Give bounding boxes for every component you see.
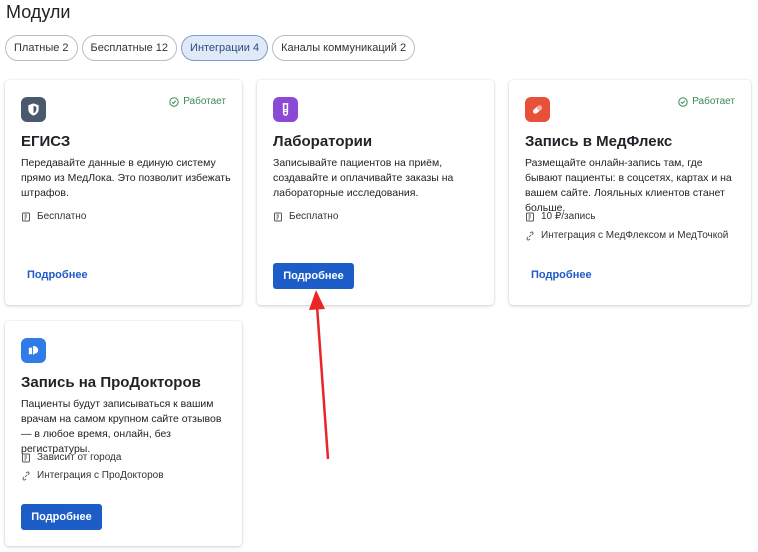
tab-integrations[interactable]: Интеграции 4 bbox=[181, 35, 269, 61]
price-label: Зависит от города bbox=[37, 452, 122, 463]
page-title: Модули bbox=[6, 2, 71, 22]
status-badge: Работает bbox=[169, 96, 226, 107]
price-row: Бесплатно bbox=[273, 211, 338, 222]
card-title: Запись в МедФлекс bbox=[525, 133, 673, 150]
details-button[interactable]: Подробнее bbox=[273, 263, 354, 289]
ruble-icon bbox=[526, 212, 534, 221]
card-title: Запись на ПроДокторов bbox=[21, 374, 201, 391]
status-label: Работает bbox=[692, 96, 735, 107]
tab-communication-channels[interactable]: Каналы коммуникаций 2 bbox=[272, 35, 416, 61]
status-badge: Работает bbox=[678, 96, 735, 107]
module-card-laboratories: Лаборатории Записывайте пациентов на при… bbox=[257, 80, 494, 305]
price-label: Бесплатно bbox=[37, 211, 87, 222]
card-description: Записывайте пациентов на приём, создавай… bbox=[273, 157, 454, 199]
status-label: Работает bbox=[183, 96, 226, 107]
tab-paid[interactable]: Платные 2 bbox=[5, 35, 78, 61]
price-row: Бесплатно bbox=[21, 211, 86, 222]
integration-row: Интеграция с МедФлексом и МедТочкой bbox=[525, 230, 728, 241]
price-label: 10 ₽/запись bbox=[541, 211, 596, 222]
prodoctorov-icon bbox=[21, 338, 46, 363]
card-description: Передавайте данные в единую систему прям… bbox=[21, 157, 231, 199]
module-card-medflex: Работает Запись в МедФлекс Размещайте он… bbox=[509, 80, 751, 305]
integration-row: Интеграция с ПроДокторов bbox=[21, 470, 164, 481]
ruble-icon bbox=[22, 212, 30, 221]
link-icon bbox=[526, 231, 534, 240]
check-circle-icon bbox=[678, 96, 688, 107]
price-row: Зависит от города bbox=[21, 452, 121, 463]
shield-icon bbox=[21, 97, 46, 122]
card-description: Пациенты будут записываться к вашим врач… bbox=[21, 398, 222, 455]
details-button[interactable]: Подробнее bbox=[21, 504, 102, 530]
filter-tabs: Платные 2 Бесплатные 12 Интеграции 4 Кан… bbox=[5, 35, 416, 61]
tab-free[interactable]: Бесплатные 12 bbox=[81, 35, 178, 61]
module-card-prodoctorov: Запись на ПроДокторов Пациенты будут зап… bbox=[5, 321, 242, 546]
card-title: Лаборатории bbox=[273, 133, 373, 150]
link-icon bbox=[22, 471, 30, 480]
module-card-egisz: Работает ЕГИСЗ Передавайте данные в един… bbox=[5, 80, 242, 305]
price-row: 10 ₽/запись bbox=[525, 211, 595, 222]
integration-label: Интеграция с МедФлексом и МедТочкой bbox=[541, 230, 729, 241]
card-title: ЕГИСЗ bbox=[21, 133, 71, 150]
ruble-icon bbox=[274, 212, 282, 221]
card-description: Размещайте онлайн-запись там, где бывают… bbox=[525, 157, 732, 214]
details-button[interactable]: Подробнее bbox=[531, 269, 592, 281]
check-circle-icon bbox=[169, 96, 179, 107]
test-tube-icon bbox=[273, 97, 298, 122]
medflex-icon bbox=[525, 97, 550, 122]
price-label: Бесплатно bbox=[289, 211, 339, 222]
integration-label: Интеграция с ПроДокторов bbox=[37, 470, 164, 481]
details-button[interactable]: Подробнее bbox=[27, 269, 88, 281]
ruble-icon bbox=[22, 453, 30, 462]
